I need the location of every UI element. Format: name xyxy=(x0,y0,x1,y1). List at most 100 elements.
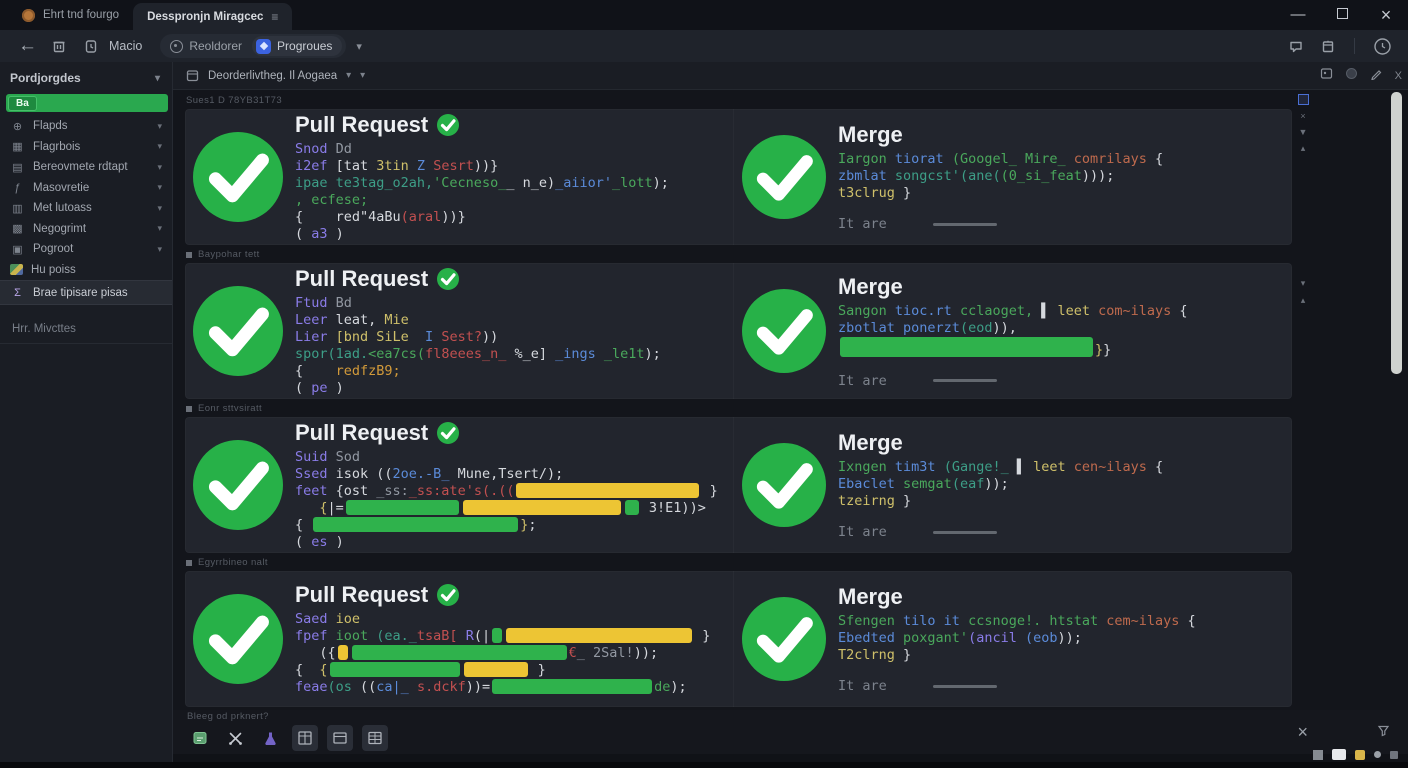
close-button[interactable]: × xyxy=(1364,0,1408,30)
moon-icon[interactable] xyxy=(1345,67,1358,85)
merge-status-text: It are xyxy=(838,216,887,232)
panel-title: Pull Request xyxy=(295,112,669,138)
section-header-text: Baypohar tett xyxy=(198,249,260,260)
collapse-icon[interactable]: ▴ xyxy=(1301,295,1306,306)
sidebar: Pordjorgdes ▾ Ba § ⊕Flapds▾▦Flagrbois▾▤B… xyxy=(0,62,173,762)
indicator-square[interactable] xyxy=(1313,750,1323,760)
sidebar-item[interactable]: ▥Met lutoass▾ xyxy=(0,198,172,219)
pull-request-panel: Pull RequestSaed ioefpef ioot (ea._tsaB[… xyxy=(185,571,733,707)
grid-icon: ▩ xyxy=(10,222,25,235)
chevron-down-icon[interactable]: ▾ xyxy=(346,70,351,81)
code-line: Ebedted poxgant'(ancil (eob)); xyxy=(838,630,1196,647)
sidebar-header[interactable]: Pordjorgdes ▾ xyxy=(0,62,172,92)
back-button[interactable]: ← xyxy=(18,35,37,57)
sidebar-item[interactable]: ƒMasovretie▾ xyxy=(0,178,172,199)
pr-merge-row: Sues1 D 78YB31T73Pull RequestSnod Ddi2ef… xyxy=(185,94,1292,245)
progress-bar xyxy=(492,679,652,694)
code-line: Snod Dd xyxy=(295,141,669,158)
archive-icon[interactable] xyxy=(51,38,67,54)
comment-bubble-icon[interactable] xyxy=(1288,38,1304,54)
sidebar-item[interactable]: ΣBrae tipisare pisas xyxy=(0,280,172,305)
sidebar-footer-item[interactable]: Hrr. Mivcttes xyxy=(0,315,172,344)
image-icon[interactable] xyxy=(1320,67,1333,85)
history-clock-icon[interactable] xyxy=(83,38,99,54)
account-clock-icon[interactable] xyxy=(1373,37,1392,56)
indicator-square[interactable] xyxy=(1332,749,1346,760)
merge-status: It are xyxy=(838,373,1188,389)
indicator-square[interactable] xyxy=(1390,751,1398,759)
collapse-icon[interactable]: ▴ xyxy=(1301,143,1306,154)
check-badge-icon xyxy=(437,114,459,136)
status-line xyxy=(933,379,997,382)
expand-icon[interactable]: ▾ xyxy=(1301,278,1306,289)
sidebar-item[interactable]: Hu poiss xyxy=(0,260,172,281)
site-favicon-icon xyxy=(22,9,35,22)
browser-tab-active[interactable]: Desspronjn Miragcec ≡ xyxy=(133,3,292,30)
review-panel[interactable]: Pull RequestSaed ioefpef ioot (ea._tsaB[… xyxy=(185,571,1292,707)
code-line: fpef ioot (ea._tsaB[ R(| } xyxy=(295,628,710,645)
tab-menu-icon[interactable]: ≡ xyxy=(271,10,278,24)
section-header: Sues1 D 78YB31T73 xyxy=(186,94,1292,107)
table-view-icon[interactable] xyxy=(362,725,388,751)
maximize-button[interactable] xyxy=(1320,0,1364,30)
panel-toggle-icon[interactable] xyxy=(1298,94,1309,105)
sidebar-item-label: Bereovmete rdtapt xyxy=(33,161,128,173)
chevron-down-icon[interactable]: ▾ xyxy=(360,70,365,81)
code-line: tzeirng } xyxy=(838,493,1163,510)
filter-small-icon[interactable]: ▼ xyxy=(1299,127,1308,137)
bottom-section-label: Bleeg od prknert? xyxy=(187,711,1408,722)
close-small-icon[interactable]: × xyxy=(1300,111,1305,121)
browser-tab-inactive[interactable]: Ehrt tnd fourgo xyxy=(8,0,133,30)
split-view-icon[interactable] xyxy=(292,725,318,751)
module-green-icon[interactable] xyxy=(187,725,213,751)
indicator-dot[interactable] xyxy=(1374,751,1381,758)
chevron-down-icon: ▾ xyxy=(157,182,162,193)
scrollbar-thumb[interactable] xyxy=(1391,92,1402,374)
sidebar-item-selected[interactable]: Ba § xyxy=(6,94,168,112)
script-icon: Σ xyxy=(10,287,25,299)
progress-bar xyxy=(464,662,528,677)
sidebar-item-label: Negogrimt xyxy=(33,223,86,235)
window-view-icon[interactable] xyxy=(327,725,353,751)
titlebar: Ehrt tnd fourgo Desspronjn Miragcec ≡ — … xyxy=(0,0,1408,30)
vertical-scrollbar[interactable] xyxy=(1391,92,1402,704)
window-controls: — × xyxy=(1276,0,1408,30)
status-line xyxy=(933,685,997,688)
reoldorer-option[interactable]: Reoldorer xyxy=(170,39,252,53)
status-line xyxy=(933,223,997,226)
chevron-down-icon[interactable]: ▾ xyxy=(356,40,362,53)
indicator-square[interactable] xyxy=(1355,750,1365,760)
progress-bar xyxy=(338,645,348,660)
table-icon: ▥ xyxy=(10,202,25,215)
box-icon[interactable] xyxy=(1320,38,1336,54)
minimize-button[interactable]: — xyxy=(1276,0,1320,30)
review-panel[interactable]: Pull RequestFtud BdLeer leat, MieLier [b… xyxy=(185,263,1292,399)
code-line: ipae te3tag_o2ah,'Cecneso__ n_e)_aiior'_… xyxy=(295,175,669,192)
chevron-down-icon: ▾ xyxy=(157,162,162,173)
variable-x-icon[interactable]: X xyxy=(1395,70,1402,82)
breadcrumb[interactable]: Deorderlivtheg. Il Aogaea xyxy=(208,70,337,82)
tools-icon[interactable] xyxy=(222,725,248,751)
code-line: feae(os ((ca|_ s.dckf))=de); xyxy=(295,679,710,696)
progress-bar xyxy=(346,500,459,515)
panel-icon: ▣ xyxy=(10,243,25,256)
close-panel-icon[interactable]: × xyxy=(1297,722,1308,743)
sidebar-item[interactable]: ▣Pogroot▾ xyxy=(0,239,172,260)
progress-bar xyxy=(516,483,699,498)
sidebar-item[interactable]: ▤Bereovmete rdtapt▾ xyxy=(0,157,172,178)
flask-icon[interactable] xyxy=(257,725,283,751)
bottom-toolbar: Bleeg od prknert? xyxy=(173,710,1408,762)
review-panel[interactable]: Pull RequestSuid SodSsed isok ((2oe.-B_ … xyxy=(185,417,1292,553)
progroues-option[interactable]: Progroues xyxy=(252,36,342,56)
sidebar-item[interactable]: ⊕Flapds▾ xyxy=(0,116,172,137)
merge-status-text: It are xyxy=(838,678,887,694)
sidebar-item-label: Masovretie xyxy=(33,182,89,194)
sidebar-item[interactable]: ▩Negogrimt▾ xyxy=(0,219,172,240)
merge-status: It are xyxy=(838,524,1163,540)
chevron-down-icon: ▾ xyxy=(155,73,160,84)
filter-funnel-icon[interactable] xyxy=(1377,724,1390,742)
code-line: zbmlat songcst'(ane((0_si_feat))); xyxy=(838,168,1163,185)
pen-icon[interactable] xyxy=(1370,67,1383,85)
sidebar-item[interactable]: ▦Flagrbois▾ xyxy=(0,137,172,158)
review-panel[interactable]: Pull RequestSnod Ddi2ef [tat 3tin Z Sesr… xyxy=(185,109,1292,245)
